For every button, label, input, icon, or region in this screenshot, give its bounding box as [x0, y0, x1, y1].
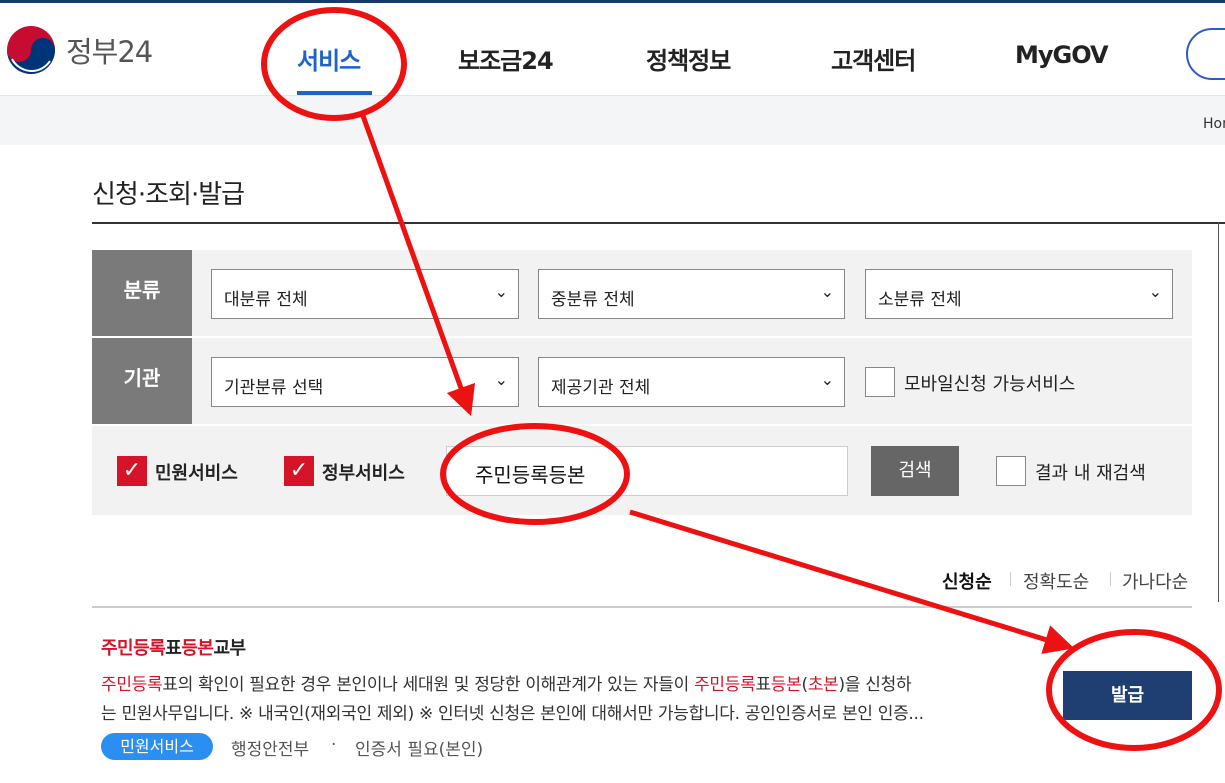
nav-subsidy24[interactable]: 보조금24: [458, 41, 554, 76]
result-description-line-1: 주민등록표의 확인이 필요한 경우 본인이나 세대원 및 정당한 이해관계가 있…: [101, 675, 912, 695]
nav-customer-center[interactable]: 고객센터: [831, 41, 916, 76]
mobile-service-checkbox[interactable]: [865, 367, 895, 397]
issue-button[interactable]: 발급: [1063, 671, 1192, 720]
content-right-border: [1218, 222, 1219, 602]
agency-type-select[interactable]: 기관분류 선택 ⌄: [211, 357, 519, 407]
provider-agency-value: 제공기관 전체: [551, 378, 651, 398]
nav-services[interactable]: 서비스: [297, 41, 361, 76]
civil-service-label: 민원서비스: [155, 463, 238, 484]
sort-by-applications[interactable]: 신청순: [942, 568, 992, 594]
annotation-arrow-2: [629, 509, 1075, 654]
breadcrumb-bar: Home: [0, 95, 1225, 145]
result-title-link[interactable]: 주민등록표등본교부: [101, 634, 246, 660]
result-agency: 행정안전부: [231, 740, 310, 760]
result-cert-required: 인증서 필요(본인): [355, 740, 484, 760]
civil-service-tag: 민원서비스: [101, 733, 213, 760]
provider-agency-select[interactable]: 제공기관 전체 ⌄: [538, 357, 845, 407]
filter-row-divider: [92, 424, 1192, 426]
chevron-down-icon: ⌄: [1148, 282, 1162, 301]
chevron-down-icon: ⌄: [820, 370, 834, 389]
results-divider: [92, 606, 1192, 608]
research-label: 결과 내 재검색: [1035, 463, 1146, 484]
major-category-value: 대분류 전체: [224, 290, 308, 310]
result-description: 주민등록표의 확인이 필요한 경우 본인이나 세대원 및 정당한 이해관계가 있…: [101, 671, 1021, 729]
nav-mygov[interactable]: MyGOV: [1015, 41, 1109, 69]
chevron-down-icon: ⌄: [820, 282, 834, 301]
agency-type-value: 기관분류 선택: [224, 378, 324, 398]
chevron-down-icon: ⌄: [494, 282, 508, 301]
result-description-line-2: 는 민원사무입니다. ※ 내국인(재외국인 제외) ※ 인터넷 신청은 본인에 …: [101, 704, 924, 724]
search-input[interactable]: 주민등록등본: [446, 446, 848, 496]
major-category-select[interactable]: 대분류 전체 ⌄: [211, 269, 519, 319]
header-search-button[interactable]: [1186, 28, 1225, 80]
sort-by-accuracy[interactable]: 정확도순: [1023, 568, 1089, 594]
minor-category-value: 소분류 전체: [878, 290, 962, 310]
gov-service-label: 정부서비스: [322, 463, 405, 484]
search-button[interactable]: 검색: [871, 446, 959, 496]
site-logo[interactable]: 정부24: [6, 25, 153, 75]
category-row-label: 분류: [92, 250, 192, 336]
taegeuk-logo-icon: [7, 26, 55, 74]
gov-service-checkbox[interactable]: ✓: [284, 456, 314, 486]
middle-category-select[interactable]: 중분류 전체 ⌄: [538, 269, 845, 319]
filter-row-divider: [92, 336, 1192, 338]
nav-policy-info[interactable]: 정책정보: [646, 41, 731, 76]
sort-by-alphabet[interactable]: 가나다순: [1122, 568, 1188, 594]
research-checkbox[interactable]: [996, 456, 1026, 486]
logo-text: 정부24: [66, 35, 153, 69]
sort-separator: [1110, 572, 1111, 586]
civil-service-checkbox[interactable]: ✓: [117, 456, 147, 486]
search-filter-panel: 분류 기관 대분류 전체 ⌄ 중분류 전체 ⌄ 소분류 전체 ⌄ 기관분류 선택…: [92, 250, 1192, 515]
page-title: 신청·조회·발급: [92, 180, 245, 210]
chevron-down-icon: ⌄: [494, 370, 508, 389]
breadcrumb-home[interactable]: Home: [1203, 116, 1225, 132]
middle-category-value: 중분류 전체: [551, 290, 635, 310]
sort-separator: [1010, 572, 1011, 586]
meta-separator: ·: [331, 735, 337, 755]
mobile-service-label: 모바일신청 가능서비스: [904, 374, 1076, 395]
site-header: 정부24 서비스 보조금24 정책정보 고객센터 MyGOV: [0, 3, 1225, 95]
agency-row-label: 기관: [92, 338, 192, 424]
minor-category-select[interactable]: 소분류 전체 ⌄: [865, 269, 1173, 319]
title-divider: [92, 222, 1225, 224]
